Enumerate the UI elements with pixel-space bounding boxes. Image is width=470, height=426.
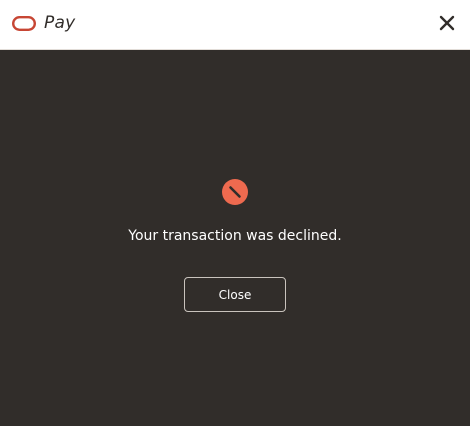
- header-bar: Pay: [0, 0, 470, 50]
- oracle-logo-icon: [12, 16, 36, 31]
- payment-page: Pay Your transaction was declined. Close: [0, 0, 470, 426]
- brand-text: Pay: [44, 13, 76, 33]
- close-icon[interactable]: [438, 14, 456, 32]
- decline-message: Your transaction was declined.: [128, 228, 342, 244]
- brand-logo: Pay: [12, 15, 75, 32]
- result-panel: Your transaction was declined. Close: [0, 50, 470, 426]
- declined-icon: [222, 179, 248, 205]
- close-button[interactable]: Close: [184, 277, 286, 312]
